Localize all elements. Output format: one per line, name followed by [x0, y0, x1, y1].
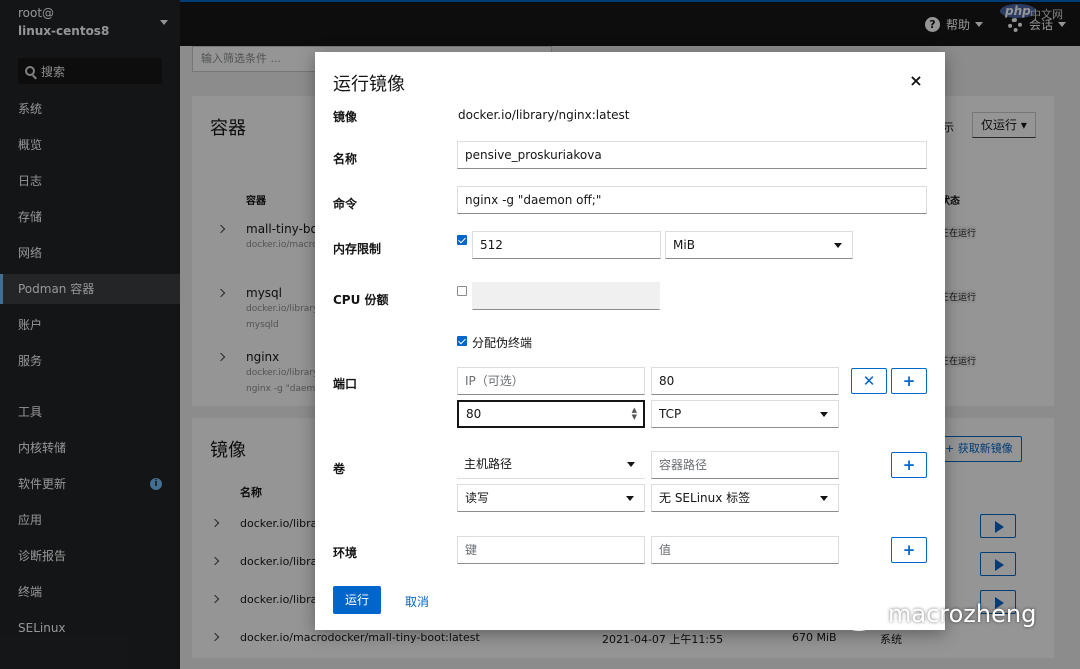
- port-ip-input[interactable]: IP（可选）: [457, 367, 645, 395]
- env-label: 环境: [333, 546, 358, 560]
- remove-port-button[interactable]: ✕: [851, 368, 887, 394]
- add-port-button[interactable]: +: [891, 368, 927, 394]
- memory-limit-checkbox[interactable]: [457, 235, 467, 245]
- tty-checkbox[interactable]: [457, 336, 467, 346]
- volume-mode-select[interactable]: 读写: [457, 484, 645, 512]
- plus-icon: +: [902, 456, 916, 474]
- container-path-input[interactable]: 容器路径: [651, 451, 839, 479]
- close-icon: ✕: [862, 372, 876, 390]
- selinux-label-select[interactable]: 无 SELinux 标签: [651, 484, 839, 512]
- image-label: 镜像: [333, 110, 358, 124]
- memory-label: 内存限制: [333, 242, 382, 256]
- host-port-input[interactable]: 80: [651, 367, 839, 395]
- env-key-input[interactable]: 键: [457, 536, 645, 564]
- container-port-input[interactable]: 80 ▲ ▼: [457, 400, 645, 428]
- container-name-input[interactable]: pensive_proskuriakova: [457, 141, 927, 169]
- memory-limit-input[interactable]: 512: [472, 231, 661, 259]
- ports-label: 端口: [333, 377, 358, 391]
- add-volume-button[interactable]: +: [891, 452, 927, 478]
- memory-unit-select[interactable]: MiB: [665, 231, 853, 259]
- app-root: root@ linux-centos8 搜索 系统 概览 日志 存储 网络 Po…: [0, 0, 1080, 669]
- cancel-button[interactable]: 取消: [405, 593, 429, 610]
- spinner-arrows-icon[interactable]: ▲ ▼: [632, 407, 637, 421]
- watermark: macrozheng: [888, 600, 1037, 628]
- cpu-shares-checkbox[interactable]: [457, 286, 467, 296]
- run-button[interactable]: 运行: [333, 586, 381, 614]
- container-port-value: 80: [466, 407, 482, 421]
- cpu-label: CPU 份额: [333, 293, 389, 307]
- run-image-dialog: 运行镜像 × 镜像 docker.io/library/nginx:latest…: [315, 52, 945, 630]
- wechat-logo-icon: [838, 603, 880, 631]
- plus-icon: +: [902, 372, 916, 390]
- command-input[interactable]: nginx -g "daemon off;": [457, 186, 927, 214]
- volumes-label: 卷: [333, 462, 346, 476]
- host-path-select[interactable]: 主机路径: [457, 451, 645, 479]
- command-label: 命令: [333, 197, 358, 211]
- plus-icon: +: [902, 541, 916, 559]
- cpu-shares-input[interactable]: [472, 282, 660, 310]
- add-env-button[interactable]: +: [891, 537, 927, 563]
- name-label: 名称: [333, 152, 358, 166]
- env-value-input[interactable]: 值: [651, 536, 839, 564]
- close-icon[interactable]: ×: [909, 73, 923, 89]
- tty-label: 分配伪终端: [472, 336, 533, 350]
- image-value: docker.io/library/nginx:latest: [458, 108, 630, 122]
- dialog-title: 运行镜像: [333, 74, 405, 95]
- protocol-select[interactable]: TCP: [651, 400, 839, 428]
